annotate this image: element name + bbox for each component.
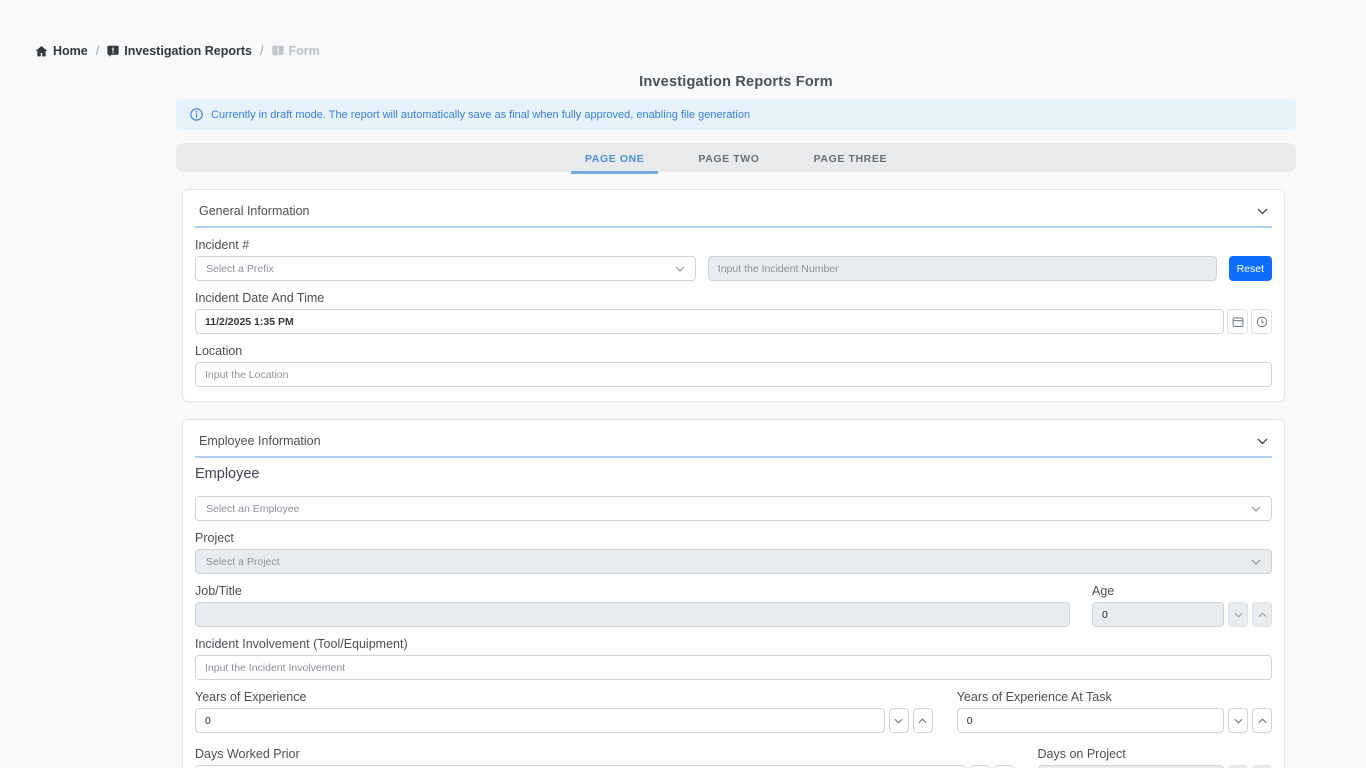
chevron-down-icon [1251, 559, 1261, 565]
employee-information-header[interactable]: Employee Information [195, 430, 1272, 458]
incident-prefix-select[interactable]: Select a Prefix [195, 256, 696, 281]
step-down-icon [1228, 602, 1248, 627]
home-icon [35, 45, 48, 58]
chevron-down-icon [1251, 506, 1261, 512]
breadcrumb-separator: / [260, 44, 263, 58]
project-select: Select a Project [195, 549, 1272, 574]
step-up-icon [1252, 602, 1272, 627]
age-input [1092, 602, 1224, 627]
step-up-icon[interactable] [1252, 708, 1272, 733]
incident-involvement-input[interactable] [195, 655, 1272, 680]
days-row: Days Worked Prior Days on Project [195, 747, 1272, 768]
incident-involvement-label: Incident Involvement (Tool/Equipment) [195, 637, 1272, 651]
days-worked-prior-field: Days Worked Prior [195, 747, 1014, 768]
main-content: Investigation Reports Form Currently in … [176, 74, 1296, 768]
location-input[interactable] [195, 362, 1272, 387]
location-field: Location [195, 344, 1272, 387]
chevron-down-icon [1257, 208, 1268, 215]
job-title-field: Job/Title [195, 584, 1070, 627]
days-on-project-field: Days on Project [1038, 747, 1272, 768]
breadcrumb-label: Investigation Reports [124, 44, 252, 58]
job-title-label: Job/Title [195, 584, 1070, 598]
clock-icon[interactable] [1251, 309, 1272, 334]
alert-text: Currently in draft mode. The report will… [211, 109, 750, 121]
chevron-down-icon [675, 266, 685, 272]
job-age-row: Job/Title Age [195, 584, 1272, 627]
report-icon [272, 45, 284, 57]
experience-row: Years of Experience Years of Experience … [195, 690, 1272, 733]
years-experience-input[interactable] [195, 708, 885, 733]
chevron-down-icon [1257, 438, 1268, 445]
breadcrumb-home[interactable]: Home [35, 44, 88, 58]
breadcrumb-form-current: Form [272, 44, 320, 58]
incident-datetime-field: Incident Date And Time [195, 291, 1272, 334]
step-down-icon[interactable] [889, 708, 909, 733]
years-experience-task-label: Years of Experience At Task [957, 690, 1272, 704]
years-experience-field: Years of Experience [195, 690, 933, 733]
incident-number-field: Incident # Select a Prefix Reset [195, 238, 1272, 281]
years-experience-task-input[interactable] [957, 708, 1224, 733]
employee-label: Employee [195, 466, 1272, 482]
days-worked-prior-label: Days Worked Prior [195, 747, 1014, 761]
tab-page-two[interactable]: PAGE TWO [684, 146, 773, 174]
project-field: Project Select a Project [195, 531, 1272, 574]
step-down-icon[interactable] [1228, 708, 1248, 733]
incident-number-label: Incident # [195, 238, 1272, 252]
general-information-header[interactable]: General Information [195, 200, 1272, 228]
age-field: Age [1092, 584, 1272, 627]
employee-information-card: Employee Information Employee Select an … [182, 419, 1285, 768]
age-stepper [1092, 602, 1272, 627]
step-up-icon[interactable] [913, 708, 933, 733]
breadcrumb-label: Home [53, 44, 88, 58]
draft-mode-alert: Currently in draft mode. The report will… [176, 99, 1296, 130]
project-label: Project [195, 531, 1272, 545]
breadcrumb-investigation-reports[interactable]: Investigation Reports [107, 44, 252, 58]
select-placeholder: Select an Employee [206, 503, 299, 515]
general-information-card: General Information Incident # Select a … [182, 189, 1285, 402]
page-title: Investigation Reports Form [176, 74, 1296, 90]
incident-datetime-input[interactable] [195, 309, 1224, 334]
select-placeholder: Select a Prefix [206, 263, 274, 275]
tab-page-three[interactable]: PAGE THREE [800, 146, 901, 174]
breadcrumb-label: Form [289, 44, 320, 58]
employee-field: Employee Select an Employee [195, 466, 1272, 521]
location-label: Location [195, 344, 1272, 358]
section-title: General Information [199, 204, 309, 218]
section-title: Employee Information [199, 434, 321, 448]
incident-datetime-label: Incident Date And Time [195, 291, 1272, 305]
employee-select[interactable]: Select an Employee [195, 496, 1272, 521]
info-icon [190, 108, 203, 121]
tab-page-one[interactable]: PAGE ONE [571, 146, 658, 174]
years-experience-label: Years of Experience [195, 690, 933, 704]
incident-involvement-field: Incident Involvement (Tool/Equipment) [195, 637, 1272, 680]
report-icon [107, 45, 119, 57]
years-experience-stepper [195, 708, 933, 733]
job-title-input [195, 602, 1070, 627]
years-experience-task-stepper [957, 708, 1272, 733]
days-on-project-label: Days on Project [1038, 747, 1272, 761]
incident-number-input [708, 256, 1217, 281]
calendar-icon[interactable] [1227, 309, 1248, 334]
reset-button[interactable]: Reset [1229, 256, 1272, 281]
breadcrumb: Home / Investigation Reports / Form [35, 44, 1366, 58]
page-tabs: PAGE ONE PAGE TWO PAGE THREE [176, 143, 1296, 172]
years-experience-task-field: Years of Experience At Task [957, 690, 1272, 733]
age-label: Age [1092, 584, 1272, 598]
select-placeholder: Select a Project [206, 556, 280, 568]
breadcrumb-separator: / [96, 44, 99, 58]
